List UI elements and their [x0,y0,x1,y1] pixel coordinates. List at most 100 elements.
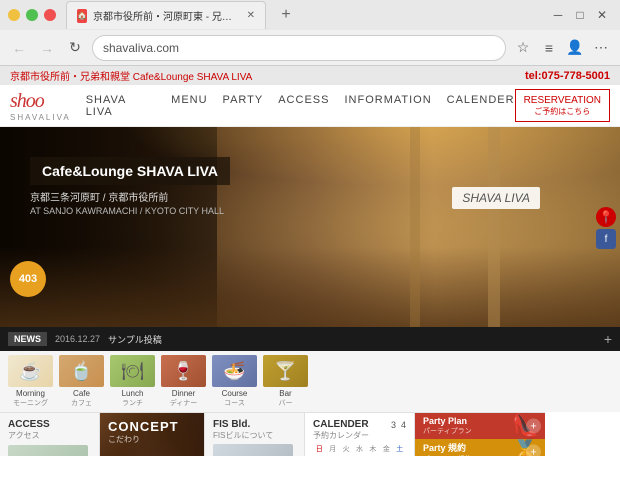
rp-party-plan-plus[interactable]: + [526,419,541,434]
nav-information[interactable]: INFORMATION [344,94,431,118]
more-icon[interactable]: ⋯ [590,37,612,59]
window-controls [8,9,56,21]
close-btn[interactable] [44,9,56,21]
win-close-icon[interactable]: ✕ [592,5,612,25]
maximize-btn[interactable] [26,9,38,21]
cat-cafe-jp: カフェ [71,398,92,408]
nav-party[interactable]: PARTY [223,94,264,118]
rp-party-plan-title: Party Plan [423,416,472,426]
fis-panel: FIS Bld. FISビルについて 建物 [205,412,305,456]
nav-menu-item[interactable]: MENU [171,94,207,118]
cat-morning[interactable]: ☕ Morning モーニング [8,355,53,408]
cat-morning-jp: モーニング [13,398,48,408]
cal-h-sat: 土 [394,444,406,454]
cal-h-wed: 水 [353,444,365,454]
store-sign: SHAVA LIVA [452,187,540,209]
profile-icon[interactable]: 👤 [564,37,586,59]
nav-access[interactable]: ACCESS [278,94,329,118]
cal-d5: 5 [367,455,379,456]
back-btn[interactable]: ← [8,37,30,59]
cat-course-img: 🍜 [212,355,257,387]
win-minimize-icon[interactable]: ─ [548,5,568,25]
logo-area[interactable]: shoo SHAVALIVA [10,90,71,122]
news-text: サンプル投稿 [108,333,604,346]
facebook-icon[interactable]: f [596,229,616,249]
cal-h-mon: 月 [326,444,338,454]
forward-btn[interactable]: → [36,37,58,59]
hero-pillar1 [488,127,500,327]
cal-d3: 3 [340,455,352,456]
bookmark-icon[interactable]: ☆ [512,37,534,59]
nav-menu: SHAVA LIVA MENU PARTY ACCESS INFORMATION… [86,94,515,118]
cat-lunch[interactable]: 🍽 Lunch ランチ [110,355,155,408]
cat-dinner-jp: ディナー [170,398,198,408]
cat-lunch-img: 🍽 [110,355,155,387]
rp-party-conv-text: Party 規約 パーティー規約 [423,441,472,456]
rp-party-plan[interactable]: Party Plan パーティプラン 👠 + [415,413,545,439]
right-panels: Party Plan パーティプラン 👠 + Party 規約 パーティー規約 … [415,412,545,456]
rp-party-conv-plus[interactable]: + [526,445,541,456]
hero-section: Cafe&Lounge SHAVA LIVA 京都三条河原町 / 京都市役所前 … [0,127,620,327]
news-plus-btn[interactable]: + [604,331,612,347]
cat-cafe-label: Cafe [73,389,90,398]
url-input[interactable]: shavaliva.com [92,35,506,61]
tab-title: 京都市役所前・河原町東 - 兄弟和親堂 Cafe&Lounge SHAVA LI… [93,8,237,23]
browser-tab[interactable]: 🏠 京都市役所前・河原町東 - 兄弟和親堂 Cafe&Lounge SHAVA … [66,1,266,29]
rp-party-plan-jp: パーティプラン [423,426,472,436]
cat-dinner-label: Dinner [172,389,196,398]
reservation-btn[interactable]: RESERVEATION ご予約はこちら [515,89,610,122]
cat-cafe-img: 🍵 [59,355,104,387]
news-label: NEWS [8,332,47,346]
cat-bar-label: Bar [279,389,291,398]
reservation-label: RESERVEATION [524,94,601,107]
minimize-btn[interactable] [8,9,20,21]
cat-lunch-jp: ランチ [122,398,143,408]
rp-party-conv-title: Party 規約 [423,441,472,454]
access-title: ACCESS [8,419,91,430]
access-jp: アクセス [8,430,91,441]
browser-actions: ☆ ≡ 👤 ⋯ [512,37,612,59]
cal-h-tue: 火 [340,444,352,454]
news-bar: NEWS 2016.12.27 サンプル投稿 + [0,327,620,351]
hero-sub1: 京都三条河原町 / 京都市役所前 [30,189,230,204]
menu-icon[interactable]: ≡ [538,37,560,59]
new-tab-btn[interactable]: + [274,3,298,27]
hero-title: Cafe&Lounge SHAVA LIVA [30,157,230,185]
fis-title: FIS Bld. [213,419,296,430]
cat-dinner[interactable]: 🍷 Dinner ディナー [161,355,206,408]
concept-content: CONCEPT こだわり [108,419,196,445]
rp-party-conv-jp: パーティー規約 [423,454,472,456]
rp-party-conv[interactable]: Party 規約 パーティー規約 🏅 + [415,439,545,456]
fis-jp: FISビルについて [213,430,296,441]
cal-h-sun: 日 [313,444,325,454]
map-pin-icon[interactable]: 📍 [596,207,616,227]
calender-jp: 予約カレンダー [313,430,406,441]
site-content: 京都市役所前・兄弟和親堂 Cafe&Lounge SHAVA LIVA tel:… [0,66,620,456]
refresh-btn[interactable]: ↻ [64,37,86,59]
title-bar: 🏠 京都市役所前・河原町東 - 兄弟和親堂 Cafe&Lounge SHAVA … [0,0,620,30]
tab-close-btn[interactable]: ✕ [247,10,255,21]
news-date: 2016.12.27 [55,334,100,344]
phone-text: tel:075-778-5001 [525,70,610,82]
logo-sub: SHAVALIVA [10,113,71,122]
reservation-sub: ご予約はこちら [524,107,601,117]
tab-favicon: 🏠 [77,9,87,23]
calender-title: CALENDER [313,419,369,430]
cat-bar[interactable]: 🍸 Bar バー [263,355,308,408]
cat-lunch-label: Lunch [122,389,144,398]
cat-cafe[interactable]: 🍵 Cafe カフェ [59,355,104,408]
cal-d1: 1 [313,455,325,456]
calender-panel: CALENDER 3 4 予約カレンダー 日 月 火 水 木 金 土 1 2 3… [305,412,415,456]
win-maximize-icon[interactable]: □ [570,5,590,25]
cat-bar-img: 🍸 [263,355,308,387]
cal-h-fri: 金 [380,444,392,454]
cat-course-jp: コース [224,398,245,408]
tab-bar-area: 🏠 京都市役所前・河原町東 - 兄弟和親堂 Cafe&Lounge SHAVA … [66,1,548,29]
cat-course-label: Course [222,389,248,398]
category-row: ☕ Morning モーニング 🍵 Cafe カフェ 🍽 Lunch ランチ 🍷… [0,351,620,412]
nav-shava-liva[interactable]: SHAVA LIVA [86,94,156,118]
cal-nums: 3 4 [391,420,406,430]
nav-calender[interactable]: CALENDER [447,94,515,118]
cat-course[interactable]: 🍜 Course コース [212,355,257,408]
site-header: shoo SHAVALIVA SHAVA LIVA MENU PARTY ACC… [0,85,620,127]
